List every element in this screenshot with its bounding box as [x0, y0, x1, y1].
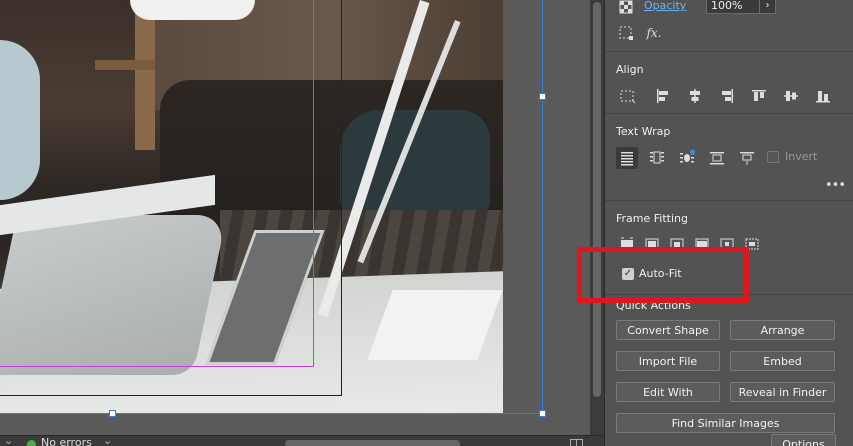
opacity-checker-icon[interactable] — [615, 0, 637, 18]
fit-content-proportionally-icon[interactable] — [641, 233, 663, 255]
photo-shelf — [135, 0, 155, 150]
wrap-bounding-box-icon[interactable] — [646, 147, 668, 169]
find-similar-images-button[interactable]: Find Similar Images — [616, 413, 835, 433]
preflight-status[interactable]: No errors — [41, 436, 92, 446]
content-aware-fit-icon[interactable] — [741, 233, 763, 255]
align-section: Align — [605, 52, 853, 114]
frame-fitting-title: Frame Fitting — [616, 212, 688, 225]
fit-frame-to-content-icon[interactable] — [666, 233, 688, 255]
align-title: Align — [616, 63, 644, 76]
resize-handle[interactable] — [539, 93, 546, 100]
status-bar: ⌄ No errors ⌄ — [0, 435, 604, 446]
page-edge — [341, 0, 342, 395]
split-view-icon[interactable] — [570, 439, 583, 446]
align-selection-icon[interactable] — [617, 85, 639, 107]
chevron-down-icon[interactable]: ⌄ — [103, 436, 112, 446]
select-frame-icon[interactable] — [615, 22, 637, 44]
selection-frame-edge — [0, 413, 543, 414]
photo-person — [0, 40, 40, 200]
page-edge — [0, 395, 342, 396]
selection-frame-edge — [542, 0, 543, 414]
text-wrap-title: Text Wrap — [616, 125, 671, 138]
wrap-object-shape-icon[interactable] — [676, 147, 698, 169]
align-bottom-icon[interactable] — [812, 85, 834, 107]
edit-with-button[interactable]: Edit With — [616, 382, 720, 402]
margin-guide — [313, 0, 314, 367]
auto-fit-checkbox[interactable]: ✓ — [622, 268, 634, 280]
align-top-icon[interactable] — [748, 85, 770, 107]
margin-guide — [0, 366, 314, 367]
quick-actions-title: Quick Actions — [616, 299, 691, 312]
fit-content-to-frame-icon[interactable] — [691, 233, 713, 255]
frame-fitting-section: Frame Fitting Options ✓ Auto-Fit — [605, 201, 853, 446]
align-right-icon[interactable] — [716, 85, 738, 107]
resize-handle[interactable] — [109, 410, 116, 417]
align-horizontal-center-icon[interactable] — [684, 85, 706, 107]
jump-to-next-column-icon[interactable] — [736, 147, 758, 169]
more-options-icon[interactable]: ••• — [825, 178, 846, 193]
chevron-down-icon[interactable]: ⌄ — [4, 436, 13, 446]
convert-shape-button[interactable]: Convert Shape — [616, 320, 720, 340]
jump-object-icon[interactable] — [706, 147, 728, 169]
vertical-scrollbar[interactable] — [590, 0, 604, 435]
embed-button[interactable]: Embed — [730, 351, 835, 371]
align-left-icon[interactable] — [652, 85, 674, 107]
import-file-button[interactable]: Import File — [616, 351, 720, 371]
align-vertical-center-icon[interactable] — [780, 85, 802, 107]
horizontal-scrollbar-thumb[interactable] — [285, 440, 460, 446]
opacity-input[interactable]: 100% — [706, 0, 762, 14]
appearance-section: Opacity 100% › fx. — [605, 0, 853, 52]
reveal-in-finder-button[interactable]: Reveal in Finder — [730, 382, 835, 402]
photo-lamp-shade — [130, 0, 255, 20]
indesign-window: ⌄ No errors ⌄ Opacity 100% › fx. Align T… — [0, 0, 853, 446]
photo-laptop — [0, 215, 228, 375]
status-ok-icon — [27, 440, 36, 446]
photo-shelf-board — [95, 60, 155, 70]
auto-fit-label[interactable]: Auto-Fit — [639, 267, 682, 280]
properties-panel: Opacity 100% › fx. Align Text Wrap Inver… — [604, 0, 853, 446]
document-canvas[interactable] — [0, 0, 590, 435]
invert-checkbox[interactable] — [767, 151, 779, 163]
opacity-dropdown-arrow[interactable]: › — [759, 0, 776, 14]
no-text-wrap-icon[interactable] — [616, 147, 638, 169]
resize-handle[interactable] — [539, 410, 546, 417]
quick-actions-section: Quick Actions Convert Shape Arrange Impo… — [605, 295, 853, 446]
placed-photo[interactable] — [0, 0, 503, 413]
arrange-button[interactable]: Arrange — [730, 320, 835, 340]
text-wrap-section: Text Wrap Invert ••• — [605, 114, 853, 201]
center-content-icon[interactable] — [716, 233, 738, 255]
effects-icon[interactable]: fx. — [643, 22, 665, 44]
invert-label: Invert — [785, 150, 818, 163]
scrollbar-thumb[interactable] — [593, 2, 601, 397]
fill-frame-proportionally-icon[interactable] — [616, 233, 638, 255]
opacity-label[interactable]: Opacity — [644, 0, 686, 12]
